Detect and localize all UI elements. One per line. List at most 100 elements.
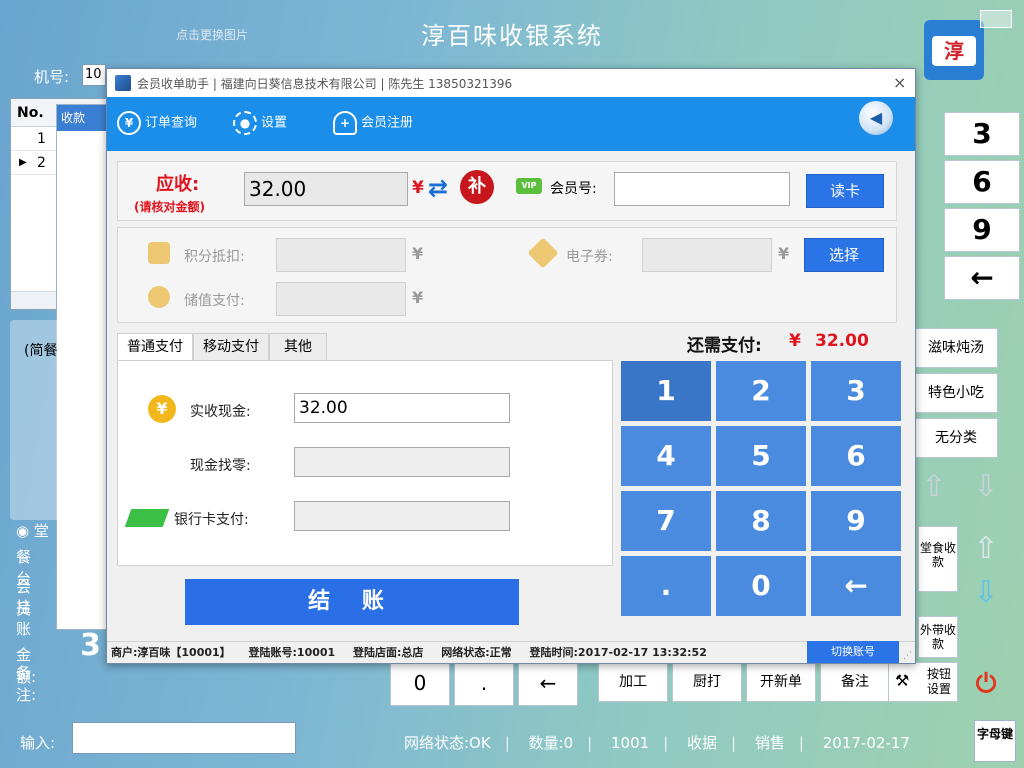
- amount-value: 3: [80, 628, 101, 663]
- scroll-down-icon[interactable]: ⇩: [966, 574, 1006, 612]
- dine-in-radio-icon[interactable]: ◉: [16, 522, 29, 540]
- numpad-6[interactable]: 6: [811, 426, 901, 486]
- cash-yen-icon: ¥: [148, 395, 176, 423]
- input-field[interactable]: [72, 722, 296, 754]
- dine-in-pay-button[interactable]: 堂食收款: [918, 526, 958, 592]
- numpad-0[interactable]: 0: [716, 556, 806, 616]
- dialog-toolbar: ¥ 订单查询 ● 设置 + 会员注册 ◀: [107, 97, 915, 151]
- tab-other-payment[interactable]: 其他: [269, 333, 327, 361]
- dialog-titlebar[interactable]: 会员收单助手 | 福建向日葵信息技术有限公司 | 陈先生 13850321396…: [107, 69, 915, 97]
- sync-icon[interactable]: ⇄: [428, 174, 448, 202]
- switch-account-button[interactable]: 切换账号: [807, 641, 899, 663]
- row-number: 1: [37, 131, 46, 147]
- numpad-backspace[interactable]: ←: [811, 556, 901, 616]
- member-number-input[interactable]: [614, 172, 790, 206]
- status-date: 2017-02-17: [822, 734, 910, 752]
- key-settings-label: 按钮设置: [926, 667, 951, 696]
- kitchen-print-button[interactable]: 厨打: [672, 662, 742, 702]
- numpad-9[interactable]: 9: [811, 491, 901, 551]
- payment-panel: ¥ 实收现金: 32.00 现金找零: 银行卡支付:: [117, 360, 613, 566]
- row-marker: ▶: [19, 157, 27, 168]
- status-mode: 销售: [754, 734, 785, 752]
- numpad-1[interactable]: 1: [621, 361, 711, 421]
- status-cashier: 收据: [687, 734, 718, 752]
- numpad-3[interactable]: 3: [811, 361, 901, 421]
- tools-icon: ⚒: [895, 671, 910, 690]
- tab-normal-payment[interactable]: 普通支付: [117, 333, 193, 361]
- select-coupon-button[interactable]: 选择: [804, 238, 884, 272]
- network-status-info: 网络状态:正常: [441, 646, 512, 659]
- keypad-9[interactable]: 9: [944, 208, 1020, 252]
- order-query-button[interactable]: ¥ 订单查询: [117, 111, 197, 136]
- settings-button[interactable]: ● 设置: [233, 111, 287, 136]
- bottom-key-0[interactable]: 0: [390, 660, 450, 706]
- member-register-label: 会员注册: [361, 115, 414, 131]
- remark-label: 备注:: [16, 664, 37, 704]
- app-icon: [115, 75, 131, 91]
- order-query-label: 订单查询: [145, 115, 198, 131]
- window-minimize-button[interactable]: [980, 10, 1012, 28]
- arrow-up-icon[interactable]: ⇧: [914, 468, 954, 506]
- speaker-icon[interactable]: ◀: [859, 101, 893, 135]
- resize-grip-icon[interactable]: ⋰: [903, 651, 913, 661]
- coupon-field: [642, 238, 772, 272]
- new-order-button[interactable]: 开新单: [746, 662, 816, 702]
- member-register-button[interactable]: + 会员注册: [333, 111, 413, 136]
- bank-card-input[interactable]: [294, 501, 510, 531]
- letter-keyboard-button[interactable]: 字母键: [974, 720, 1016, 762]
- dine-in-label[interactable]: 堂: [34, 522, 49, 540]
- due-currency: ¥: [412, 178, 424, 198]
- tab-mobile-payment[interactable]: 移动支付: [193, 333, 269, 361]
- power-icon[interactable]: ⏻: [966, 664, 1006, 704]
- cash-received-label: 实收现金:: [190, 404, 251, 420]
- numpad-dot[interactable]: .: [621, 556, 711, 616]
- stored-value-field: [276, 282, 406, 316]
- coupon-icon: [527, 237, 559, 269]
- stored-value-currency: ¥: [412, 288, 424, 307]
- coupon-currency: ¥: [778, 244, 790, 263]
- numpad-2[interactable]: 2: [716, 361, 806, 421]
- remaining-amount: 32.00: [815, 331, 869, 351]
- keypad-6[interactable]: 6: [944, 160, 1020, 204]
- cash-received-input[interactable]: 32.00: [294, 393, 510, 423]
- change-image-hint[interactable]: 点击更换图片: [176, 26, 248, 43]
- status-account: 1001: [611, 734, 650, 752]
- keypad-3[interactable]: 3: [944, 112, 1020, 156]
- scroll-up-icon[interactable]: ⇧: [966, 530, 1006, 568]
- function-keys: 加工 厨打 开新单 备注: [598, 662, 918, 706]
- numpad-5[interactable]: 5: [716, 426, 806, 486]
- numpad-8[interactable]: 8: [716, 491, 806, 551]
- category-button-uncategorized[interactable]: 无分类: [914, 418, 998, 458]
- machine-number-field[interactable]: 10: [82, 64, 106, 86]
- settings-label: 设置: [261, 115, 288, 131]
- category-partial[interactable]: (简餐: [24, 340, 57, 360]
- member-number-label: 会员号:: [550, 181, 597, 197]
- app-logo: 淳: [924, 20, 984, 80]
- vip-icon: VIP: [516, 178, 542, 194]
- bottom-key-backspace[interactable]: ←: [518, 660, 578, 706]
- member-checkout-dialog: 会员收单助手 | 福建向日葵信息技术有限公司 | 陈先生 13850321396…: [106, 68, 916, 664]
- category-button-snack[interactable]: 特色小吃: [914, 373, 998, 413]
- dialog-statusbar: 商户:淳百味【10001】 登陆账号:10001 登陆店面:总店 网络状态:正常…: [107, 641, 915, 663]
- keypad-backspace[interactable]: ←: [944, 256, 1020, 300]
- right-keypad: 3 6 9 ←: [944, 112, 1022, 304]
- process-button[interactable]: 加工: [598, 662, 668, 702]
- fill-up-button[interactable]: 补: [460, 170, 494, 204]
- machine-label: 机号:: [34, 68, 70, 86]
- numpad-7[interactable]: 7: [621, 491, 711, 551]
- arrow-down-icon[interactable]: ⇩: [966, 468, 1006, 506]
- points-coin-icon: [148, 242, 170, 264]
- takeout-pay-button[interactable]: 外带收款: [918, 616, 958, 658]
- read-card-button[interactable]: 读卡: [806, 174, 884, 208]
- bottom-keypad: 0 . ←: [384, 660, 584, 710]
- category-button-soup[interactable]: 滋味炖汤: [914, 328, 998, 368]
- merchant-info: 商户:淳百味【10001】: [111, 646, 231, 659]
- close-icon[interactable]: ×: [893, 73, 906, 92]
- login-store-info: 登陆店面:总店: [353, 646, 424, 659]
- remark-button[interactable]: 备注: [820, 662, 890, 702]
- hang-label: 挂账: [16, 598, 32, 638]
- key-settings-button[interactable]: ⚒ 按钮设置: [888, 662, 958, 702]
- bottom-key-dot[interactable]: .: [454, 660, 514, 706]
- numpad-4[interactable]: 4: [621, 426, 711, 486]
- checkout-button[interactable]: 结 账: [185, 579, 519, 625]
